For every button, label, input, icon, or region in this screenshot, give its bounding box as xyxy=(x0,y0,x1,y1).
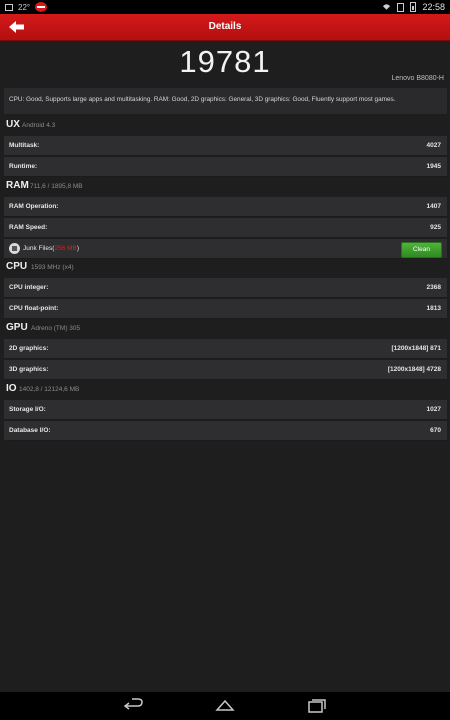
row-multitask: Multitask: 4027 xyxy=(4,136,447,156)
junk-files-text: Junk Files( xyxy=(23,245,55,252)
recent-apps-nav-icon[interactable] xyxy=(306,698,328,714)
app-bar: Details xyxy=(0,14,450,41)
home-nav-icon[interactable] xyxy=(214,698,236,714)
row-value: 2368 xyxy=(426,284,441,291)
row-ram-speed: RAM Speed: 925 xyxy=(4,218,447,238)
row-value: 4027 xyxy=(426,142,441,149)
row-value: [1200x1848] 4728 xyxy=(387,366,441,373)
image-notification-icon xyxy=(5,3,13,11)
row-3d-graphics: 3D graphics: [1200x1848] 4728 xyxy=(4,360,447,380)
row-value: 925 xyxy=(430,224,441,231)
junk-files-icon xyxy=(9,243,20,254)
section-subtitle: Android 4.3 xyxy=(22,122,56,129)
status-bar: 22° 22:58 xyxy=(0,0,450,14)
row-label: Multitask: xyxy=(9,142,40,149)
battery-icon xyxy=(410,2,417,12)
row-label: RAM Speed: xyxy=(9,224,48,231)
row-value: 1945 xyxy=(426,163,441,170)
app-notification-icon xyxy=(35,2,48,12)
section-title: UX xyxy=(6,119,20,130)
row-ram-operation: RAM Operation: 1407 xyxy=(4,197,447,217)
row-cpu-integer: CPU integer: 2368 xyxy=(4,278,447,298)
section-subtitle: Adreno (TM) 305 xyxy=(31,325,81,332)
row-label: 3D graphics: xyxy=(9,366,49,373)
temperature: 22° xyxy=(18,2,31,12)
row-value: [1200x1848] 871 xyxy=(391,345,441,352)
row-cpu-float-point: CPU float-point: 1813 xyxy=(4,299,447,319)
clock: 22:58 xyxy=(422,2,445,12)
section-title: CPU xyxy=(6,261,28,272)
row-value: 670 xyxy=(430,427,441,434)
section-title: GPU xyxy=(6,322,28,333)
section-title: IO xyxy=(6,383,17,394)
navigation-bar xyxy=(0,692,450,720)
row-label: Storage I/O: xyxy=(9,406,46,413)
row-runtime: Runtime: 1945 xyxy=(4,157,447,177)
total-score: 19781 xyxy=(179,44,271,79)
back-nav-icon[interactable] xyxy=(123,698,145,714)
row-label: CPU float-point: xyxy=(9,305,59,312)
section-subtitle: 711,6 / 1895,8 MB xyxy=(30,183,83,190)
row-junk-files: Junk Files(256 MB) Clean xyxy=(4,239,447,259)
row-database-io: Database I/O: 670 xyxy=(4,421,447,441)
section-io-header: IO 1402,8 / 12124,6 MB xyxy=(4,382,446,398)
row-2d-graphics: 2D graphics: [1200x1848] 871 xyxy=(4,339,447,359)
clean-button[interactable]: Clean xyxy=(401,242,442,258)
sim-icon xyxy=(397,2,405,12)
junk-files-size: 256 MB xyxy=(54,245,77,252)
section-subtitle: 1593 MHz (x4) xyxy=(31,264,74,271)
wifi-icon xyxy=(383,4,391,10)
row-value: 1407 xyxy=(426,203,441,210)
device-name: Lenovo B8080-H xyxy=(391,75,444,82)
row-label: Database I/O: xyxy=(9,427,51,434)
section-subtitle: 1402,8 / 12124,6 MB xyxy=(19,386,80,393)
row-value: 1027 xyxy=(426,406,441,413)
section-ram-header: RAM 711,6 / 1895,8 MB xyxy=(4,179,446,195)
row-value: 1813 xyxy=(426,305,441,312)
junk-files-close-paren: ) xyxy=(76,245,80,252)
section-title: RAM xyxy=(6,180,29,191)
row-label: CPU integer: xyxy=(9,284,49,291)
section-gpu-header: GPU Adreno (TM) 305 xyxy=(4,321,446,337)
section-ux-header: UX Android 4.3 xyxy=(4,118,446,134)
row-label: Runtime: xyxy=(9,163,38,170)
section-cpu-header: CPU 1593 MHz (x4) xyxy=(4,260,446,276)
junk-files-label: Junk Files(256 MB) xyxy=(23,245,79,252)
row-storage-io: Storage I/O: 1027 xyxy=(4,400,447,420)
summary-text: CPU: Good, Supports large apps and multi… xyxy=(4,88,447,114)
page-title: Details xyxy=(208,21,242,32)
row-label: 2D graphics: xyxy=(9,345,49,352)
row-label: RAM Operation: xyxy=(9,203,59,210)
